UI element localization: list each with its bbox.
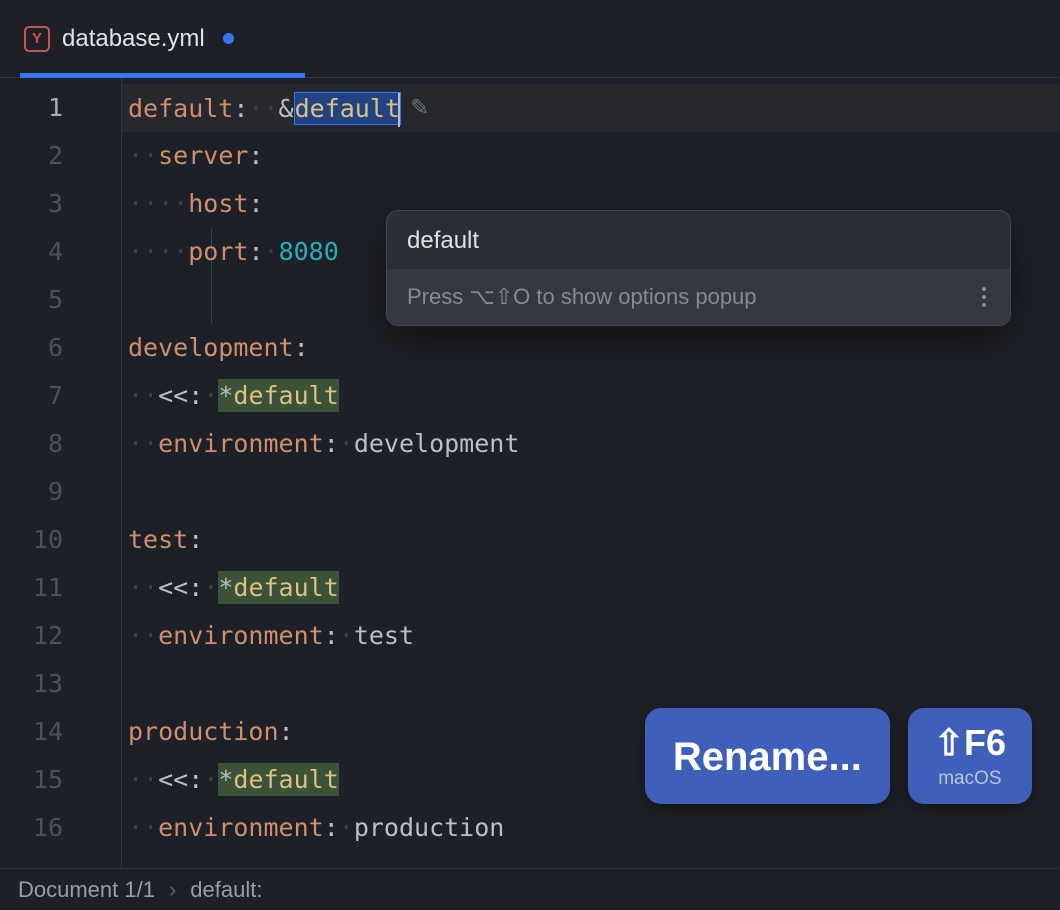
line-number: 7 [0, 372, 121, 420]
yaml-anchor-amp: & [279, 94, 294, 123]
code-line[interactable]: ··environment:·production [122, 804, 1060, 852]
whitespace-dots: ·· [248, 94, 278, 123]
code-line[interactable]: development: [122, 324, 1060, 372]
whitespace-dots: ·· [128, 381, 158, 410]
code-editor[interactable]: 1 2 3 4 5 6 7 8 9 10 11 12 13 14 15 16 d… [0, 78, 1060, 868]
line-number: 9 [0, 468, 121, 516]
tab-filename: database.yml [62, 25, 205, 53]
whitespace-dots: ···· [128, 237, 188, 266]
breadcrumb: Document 1/1 › default: [0, 868, 1060, 910]
yaml-file-icon: Y [24, 26, 50, 52]
yaml-key: server [158, 141, 248, 170]
line-number: 15 [0, 756, 121, 804]
whitespace-dots: ·· [128, 765, 158, 794]
line-number: 4 [0, 228, 121, 276]
line-number: 14 [0, 708, 121, 756]
line-number: 12 [0, 612, 121, 660]
yaml-key: port [188, 237, 248, 266]
tip-badges: Rename... ⇧F6 macOS [645, 708, 1032, 804]
rename-action-badge[interactable]: Rename... [645, 708, 890, 804]
code-area[interactable]: default:··&default✎ ··server: ····host: … [122, 78, 1060, 868]
yaml-alias-star: * [218, 573, 233, 602]
rename-popup: default Press ⌥⇧O to show options popup [386, 210, 1011, 326]
yaml-key: environment [158, 621, 324, 650]
line-number: 5 [0, 276, 121, 324]
text-caret [398, 93, 400, 127]
line-number: 16 [0, 804, 121, 852]
yaml-alias: default [233, 765, 338, 794]
whitespace-dots: ·· [128, 621, 158, 650]
line-number-gutter: 1 2 3 4 5 6 7 8 9 10 11 12 13 14 15 16 [0, 78, 122, 868]
line-number: 3 [0, 180, 121, 228]
line-number: 6 [0, 324, 121, 372]
code-line[interactable]: ··<<:·*default [122, 372, 1060, 420]
code-line[interactable]: ··<<:·*default [122, 564, 1060, 612]
code-line[interactable]: test: [122, 516, 1060, 564]
whitespace-dots: ·· [128, 429, 158, 458]
yaml-key: test [128, 525, 188, 554]
code-line[interactable]: default:··&default✎ [122, 84, 1060, 132]
shortcut-os: macOS [938, 768, 1001, 790]
yaml-key: development [128, 333, 294, 362]
yaml-value: 8080 [279, 237, 339, 266]
yaml-key: environment [158, 429, 324, 458]
shortcut-badge: ⇧F6 macOS [908, 708, 1032, 804]
yaml-merge-key: << [158, 765, 188, 794]
yaml-value: test [354, 621, 414, 650]
whitespace-dots: ·· [128, 141, 158, 170]
yaml-key: default [128, 94, 233, 123]
whitespace-dots: ·· [128, 813, 158, 842]
line-number: 10 [0, 516, 121, 564]
code-line[interactable] [122, 468, 1060, 516]
rename-input[interactable]: default [387, 211, 1010, 269]
rename-hint-text: Press ⌥⇧O to show options popup [407, 284, 757, 310]
chevron-right-icon: › [169, 877, 176, 903]
line-number: 13 [0, 660, 121, 708]
yaml-merge-key: << [158, 381, 188, 410]
yaml-merge-key: << [158, 573, 188, 602]
whitespace-dots: ·· [128, 573, 158, 602]
yaml-key: host [188, 189, 248, 218]
shortcut-key: ⇧F6 [934, 722, 1006, 764]
yaml-alias: default [233, 573, 338, 602]
yaml-alias-star: * [218, 381, 233, 410]
yaml-value: development [354, 429, 520, 458]
rename-hint-bar: Press ⌥⇧O to show options popup [387, 269, 1010, 325]
more-options-icon[interactable] [974, 283, 994, 311]
code-line[interactable] [122, 660, 1060, 708]
pencil-icon: ✎ [411, 82, 428, 130]
line-number: 11 [0, 564, 121, 612]
line-number: 1 [0, 84, 121, 132]
yaml-alias: default [233, 381, 338, 410]
tab-bar: Y database.yml [0, 0, 1060, 78]
code-line[interactable]: ··environment:·test [122, 612, 1060, 660]
yaml-alias-star: * [218, 765, 233, 794]
breadcrumb-path[interactable]: default: [190, 877, 262, 903]
rename-target-anchor[interactable]: default [294, 92, 401, 125]
line-number: 8 [0, 420, 121, 468]
yaml-key: production [128, 717, 279, 746]
whitespace-dots: ···· [128, 189, 188, 218]
code-line[interactable]: ··server: [122, 132, 1060, 180]
breadcrumb-document[interactable]: Document 1/1 [18, 877, 155, 903]
yaml-value: production [354, 813, 505, 842]
yaml-key: environment [158, 813, 324, 842]
code-line[interactable]: ··environment:·development [122, 420, 1060, 468]
line-number: 2 [0, 132, 121, 180]
modified-indicator-icon [223, 33, 234, 44]
editor-tab[interactable]: Y database.yml [20, 0, 254, 77]
